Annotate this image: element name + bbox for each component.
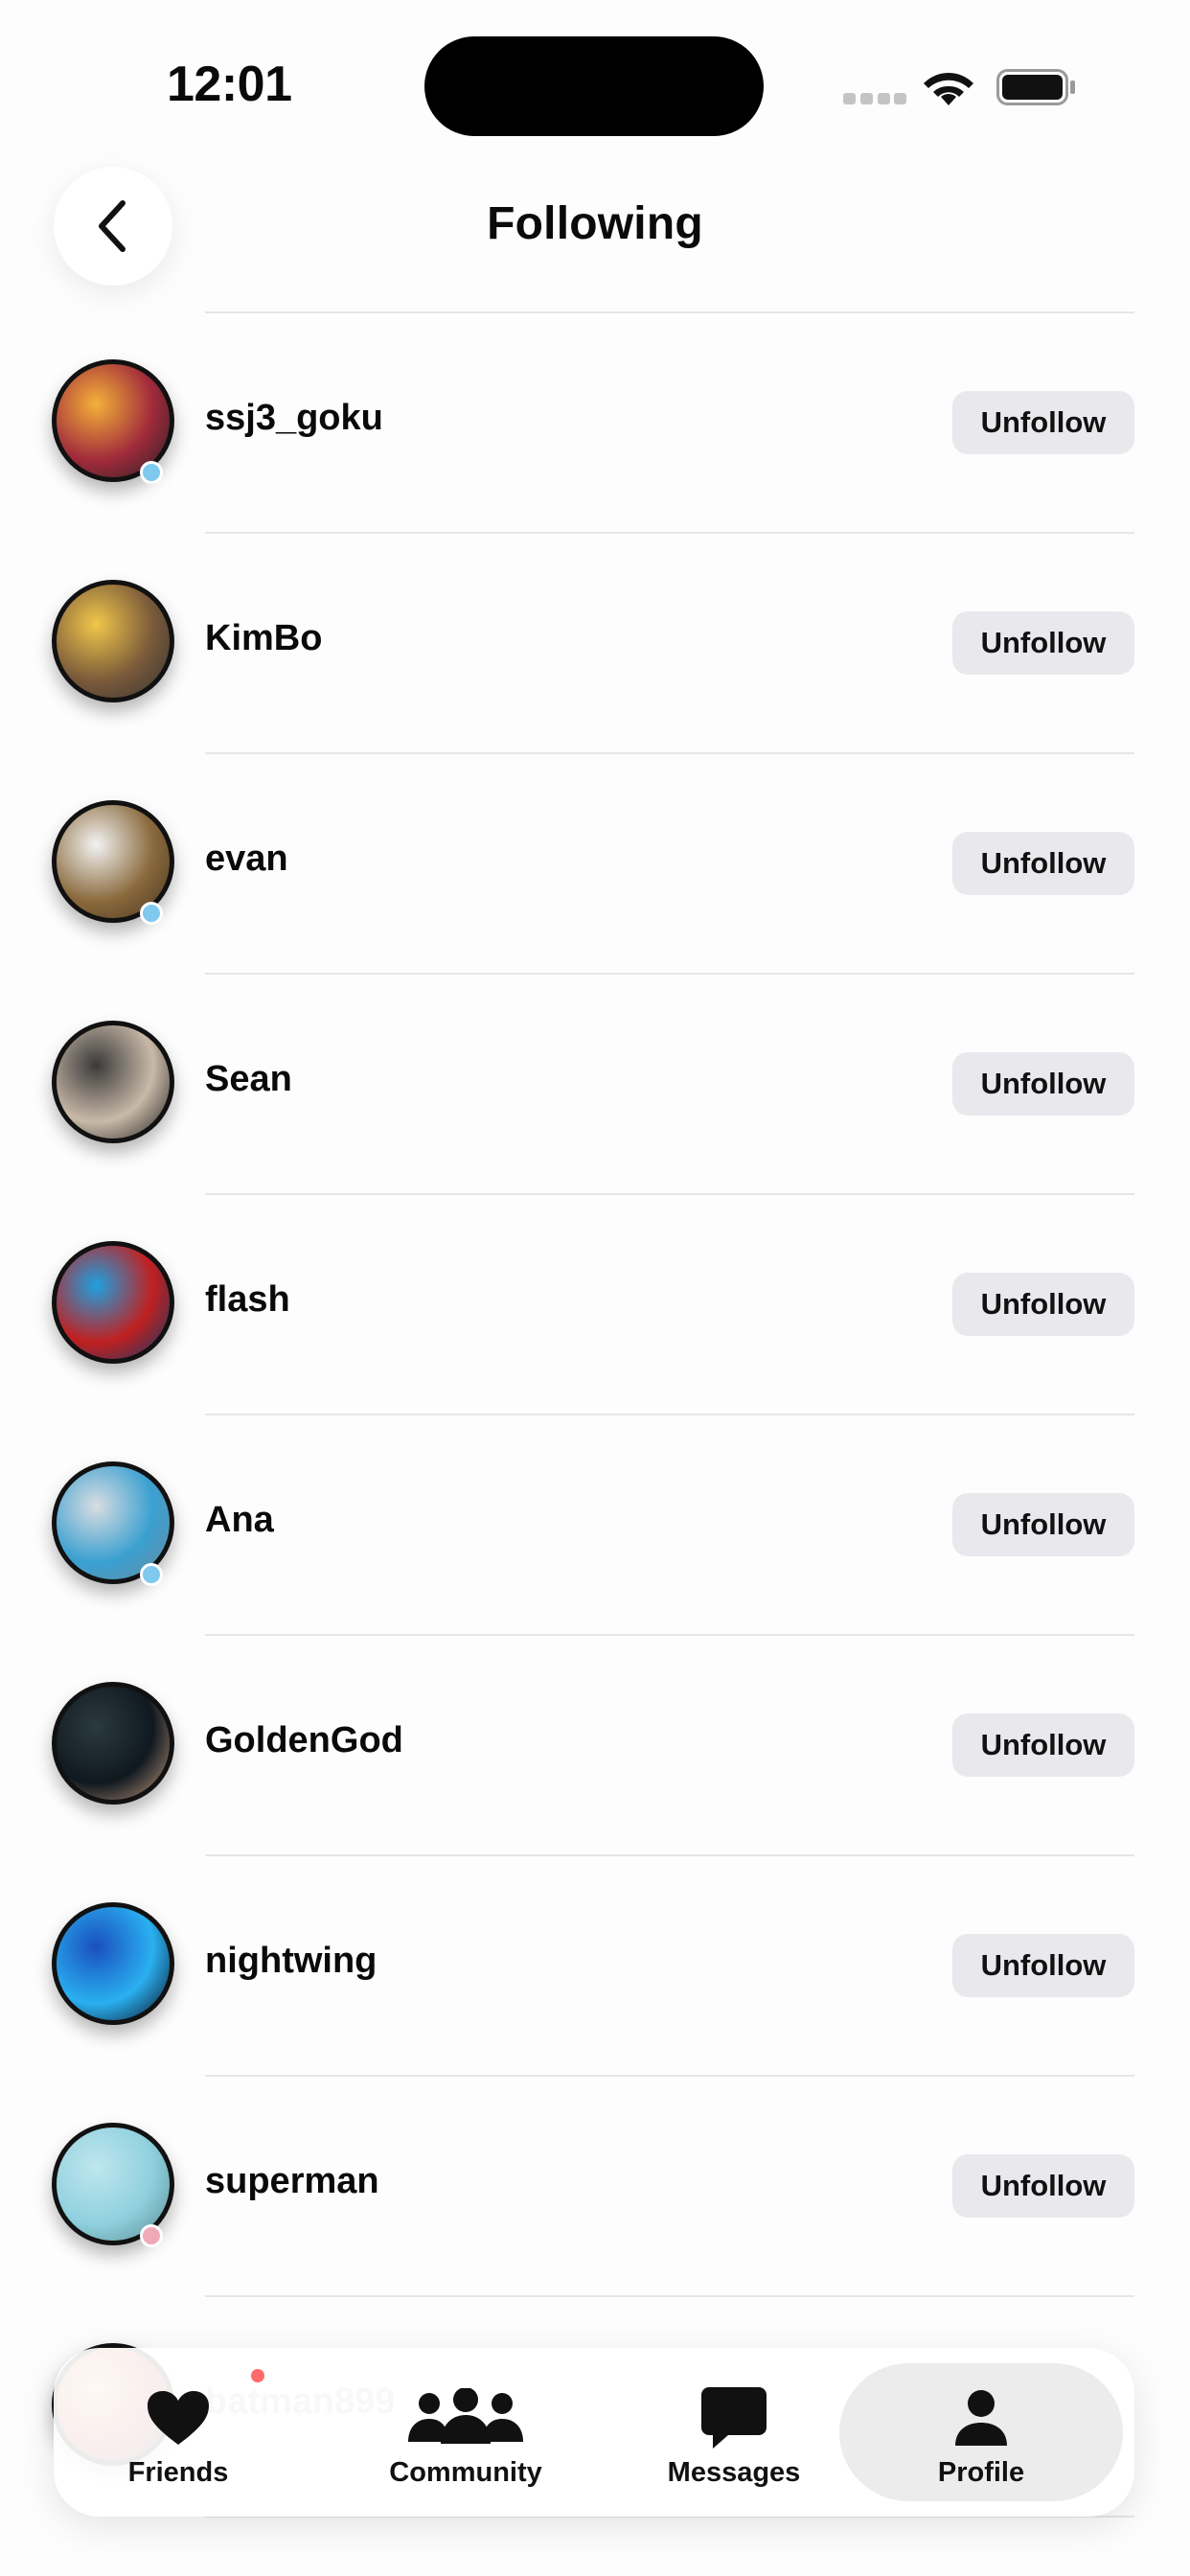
tab-community[interactable]: Community: [360, 2348, 571, 2517]
unfollow-button[interactable]: Unfollow: [952, 2154, 1134, 2218]
avatar[interactable]: [52, 1021, 174, 1143]
list-item[interactable]: ssj3_goku Unfollow: [0, 313, 1190, 534]
unfollow-button[interactable]: Unfollow: [952, 1052, 1134, 1116]
tab-label: Profile: [937, 2457, 1025, 2488]
message-icon: [701, 2387, 767, 2449]
verified-badge-icon: [140, 1563, 163, 1586]
username[interactable]: superman: [205, 2161, 379, 2202]
unfollow-button[interactable]: Unfollow: [952, 391, 1134, 454]
heart-icon: [148, 2391, 209, 2445]
tab-profile[interactable]: Profile: [839, 2363, 1123, 2501]
list-item[interactable]: Sean Unfollow: [0, 975, 1190, 1195]
username[interactable]: ssj3_goku: [205, 398, 383, 439]
tab-bar: Friends Community Messages Profile: [54, 2348, 1134, 2517]
verified-badge-icon: [140, 461, 163, 484]
community-icon: [408, 2388, 523, 2444]
page-title: Following: [487, 198, 703, 249]
list-item[interactable]: flash Unfollow: [0, 1195, 1190, 1415]
following-list: ssj3_goku Unfollow KimBo Unfollow evan Unfoll…: [0, 313, 1190, 2518]
avatar[interactable]: [52, 1241, 174, 1364]
list-item[interactable]: KimBo Unfollow: [0, 534, 1190, 754]
battery-icon: [996, 69, 1075, 105]
username[interactable]: KimBo: [205, 618, 322, 659]
unfollow-button[interactable]: Unfollow: [952, 1493, 1134, 1556]
username[interactable]: nightwing: [205, 1941, 377, 1982]
avatar[interactable]: [52, 1902, 174, 2025]
unfollow-button[interactable]: Unfollow: [952, 1273, 1134, 1336]
unfollow-button[interactable]: Unfollow: [952, 1934, 1134, 1997]
username[interactable]: Sean: [205, 1059, 292, 1100]
list-item[interactable]: evan Unfollow: [0, 754, 1190, 975]
list-item[interactable]: nightwing Unfollow: [0, 1856, 1190, 2077]
username[interactable]: flash: [205, 1279, 290, 1321]
tab-label: Community: [389, 2457, 542, 2488]
tab-label: Friends: [127, 2457, 229, 2488]
unfollow-button[interactable]: Unfollow: [952, 1714, 1134, 1777]
tab-messages[interactable]: Messages: [629, 2348, 839, 2517]
status-bar: 12:01: [0, 0, 1190, 144]
dynamic-island: [424, 36, 764, 136]
cellular-signal-icon: [843, 93, 906, 104]
unfollow-button[interactable]: Unfollow: [952, 611, 1134, 675]
verified-badge-icon: [140, 902, 163, 925]
notification-dot: [251, 2369, 264, 2382]
list-item[interactable]: superman Unfollow: [0, 2077, 1190, 2297]
wifi-icon: [924, 73, 973, 105]
avatar[interactable]: [52, 1682, 174, 1805]
username[interactable]: Ana: [205, 1500, 274, 1541]
list-item[interactable]: Ana Unfollow: [0, 1415, 1190, 1636]
tab-label: Messages: [667, 2457, 801, 2488]
unfollow-button[interactable]: Unfollow: [952, 832, 1134, 895]
profile-icon: [955, 2390, 1007, 2446]
status-time: 12:01: [167, 57, 292, 112]
tab-friends[interactable]: Friends: [82, 2348, 274, 2517]
username[interactable]: GoldenGod: [205, 1720, 403, 1761]
list-item[interactable]: GoldenGod Unfollow: [0, 1636, 1190, 1856]
avatar[interactable]: [52, 580, 174, 702]
verified-badge-icon: [140, 2224, 163, 2247]
username[interactable]: evan: [205, 839, 288, 880]
